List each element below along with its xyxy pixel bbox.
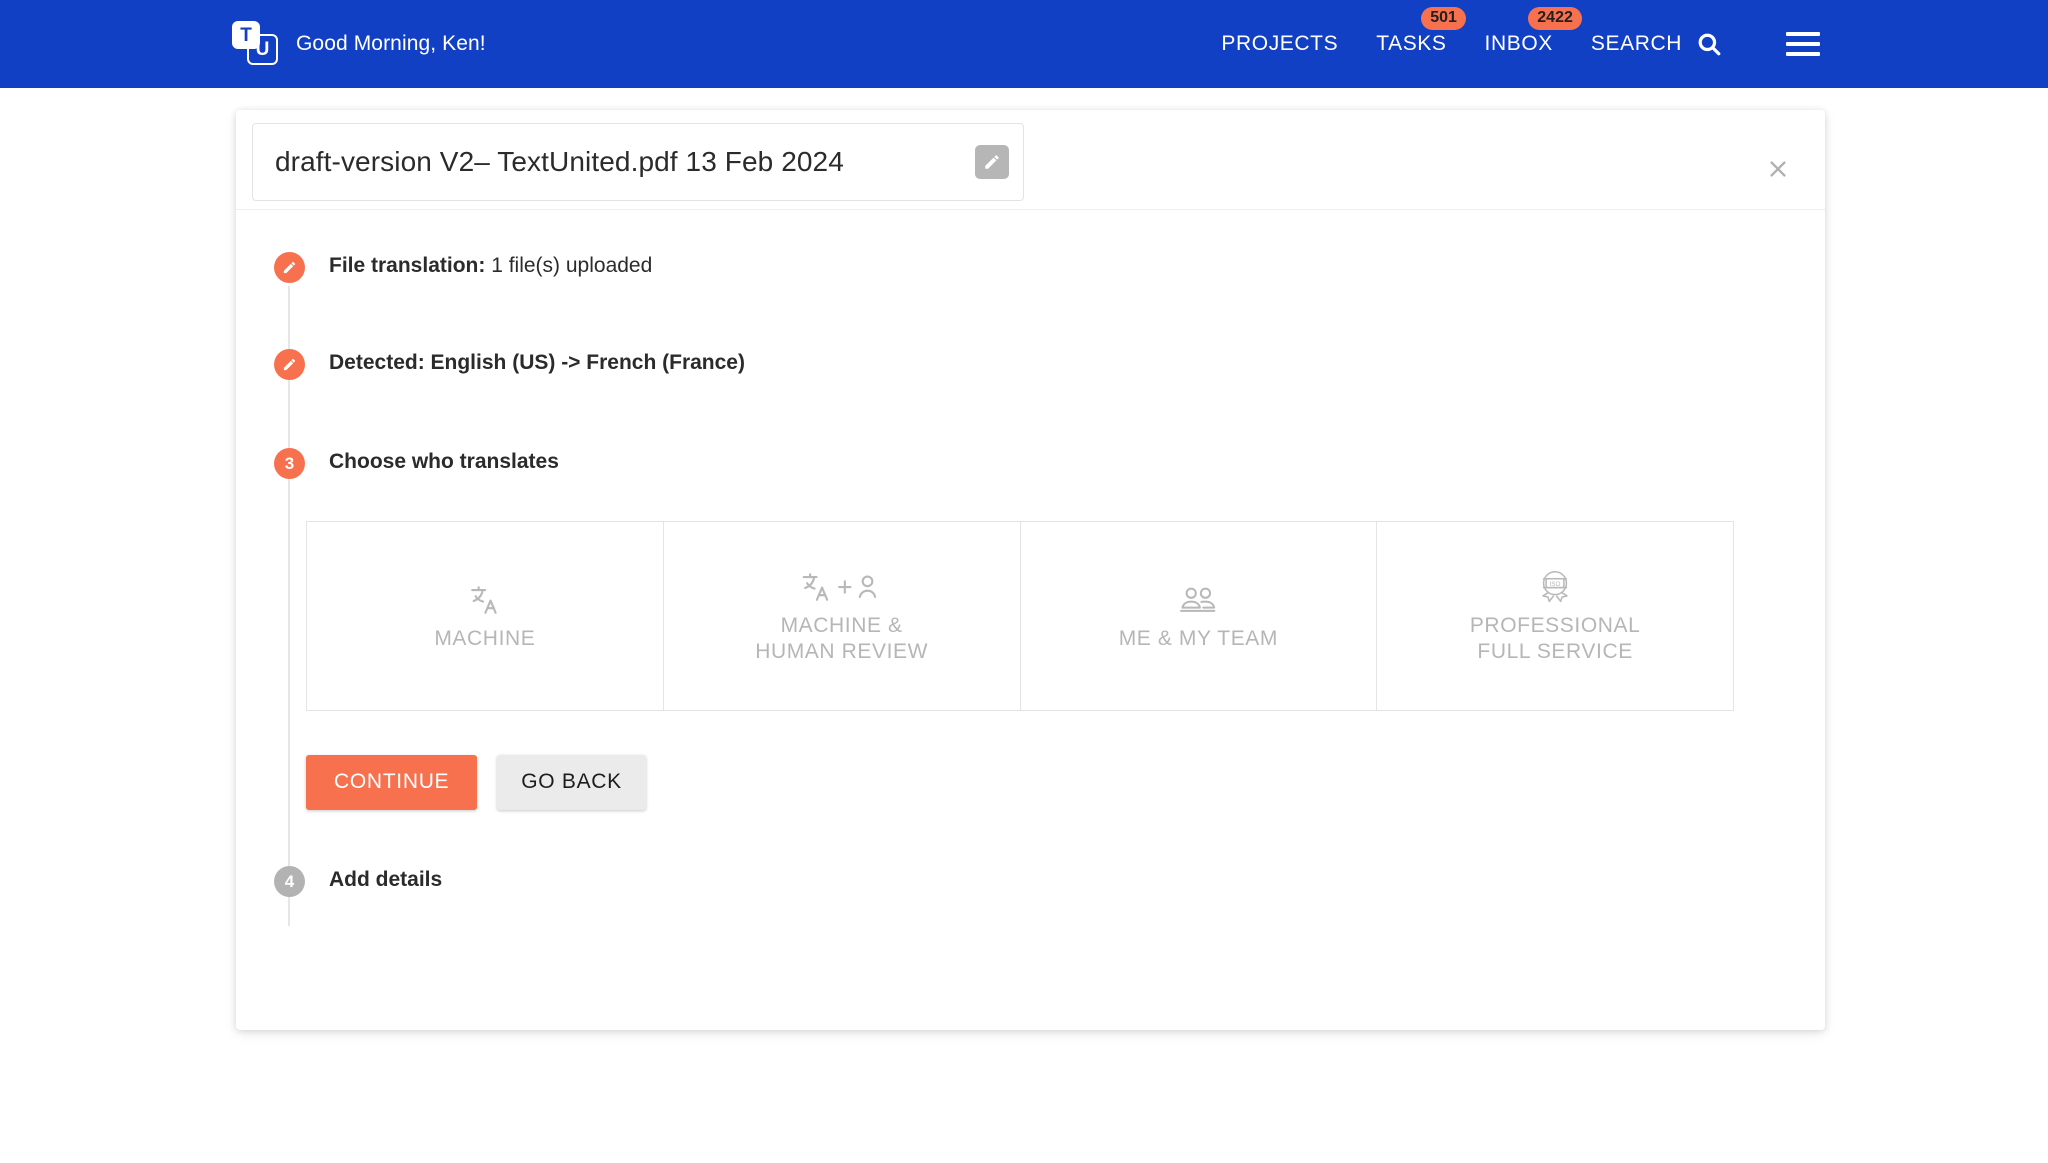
search-label: SEARCH	[1590, 32, 1682, 55]
close-panel-button[interactable]	[1761, 152, 1795, 186]
inbox-count-badge: 2422	[1528, 7, 1582, 30]
nav-links: PROJECTS TASKS 501 INBOX 2422 SEARCH	[1221, 7, 1820, 57]
step-4-bullet[interactable]: 4	[274, 866, 305, 897]
iso-badge-icon: ISO	[1536, 567, 1574, 607]
translator-option-cards: MACHINE MACHINE & HUMAN REVIEW ME & MY T…	[274, 521, 1734, 711]
step-file-translation[interactable]: File translation: 1 file(s) uploaded	[236, 250, 1825, 283]
option-card-professional-full-service-label: PROFESSIONAL FULL SERVICE	[1469, 614, 1641, 663]
step-1-bullet-pencil-icon[interactable]	[274, 252, 305, 283]
translate-plus-person-icon	[802, 567, 882, 607]
people-group-icon	[1179, 580, 1217, 620]
wizard-steps: File translation: 1 file(s) uploaded Det…	[236, 210, 1825, 926]
option-card-machine-human-review[interactable]: MACHINE & HUMAN REVIEW	[662, 521, 1021, 711]
step-spacer-2	[236, 380, 1825, 446]
greeting-text: Good Morning, Ken!	[296, 32, 486, 55]
nav-item-tasks[interactable]: TASKS 501	[1376, 7, 1466, 56]
option-card-machine-human-review-label: MACHINE & HUMAN REVIEW	[755, 614, 929, 663]
option-card-machine-label: MACHINE	[434, 627, 536, 651]
step-choose-who-translates[interactable]: 3 Choose who translates	[236, 446, 1825, 479]
step-1-label: File translation: 1 file(s) uploaded	[329, 250, 652, 282]
step-2-label-bold: Detected: English (US) -> French (France…	[329, 351, 745, 374]
step-4-label-bold: Add details	[329, 868, 443, 891]
translate-icon	[468, 580, 502, 620]
hamburger-menu-icon[interactable]	[1786, 32, 1820, 56]
nav-item-inbox-label: INBOX	[1484, 32, 1553, 55]
step-2-label: Detected: English (US) -> French (France…	[329, 347, 745, 379]
step-1-label-bold: File translation:	[329, 254, 486, 277]
search-button[interactable]: SEARCH	[1591, 31, 1722, 57]
nav-item-inbox[interactable]: INBOX 2422	[1484, 7, 1582, 56]
project-title-text: draft-version V2– TextUnited.pdf 13 Feb …	[275, 146, 844, 177]
tasks-count-badge: 501	[1421, 7, 1466, 30]
step-1-label-rest: 1 file(s) uploaded	[485, 254, 653, 277]
search-icon[interactable]	[1696, 31, 1722, 57]
option-card-me-and-my-team[interactable]: ME & MY TEAM	[1019, 521, 1378, 711]
project-title-field[interactable]: draft-version V2– TextUnited.pdf 13 Feb …	[252, 123, 1024, 201]
step-connector-rail	[288, 286, 290, 926]
top-navigation-bar: T U Good Morning, Ken! PROJECTS TASKS 50…	[0, 0, 2048, 88]
nav-item-projects[interactable]: PROJECTS	[1221, 32, 1338, 56]
continue-button[interactable]: CONTINUE	[306, 755, 478, 810]
hamburger-bar-3	[1786, 52, 1820, 56]
nav-item-projects-label: PROJECTS	[1221, 32, 1339, 55]
edit-title-button[interactable]	[975, 145, 1009, 179]
textunited-logo-icon[interactable]: T U	[232, 21, 278, 67]
brand-area[interactable]: T U Good Morning, Ken!	[232, 21, 486, 67]
go-back-button[interactable]: GO BACK	[497, 755, 646, 810]
wizard-actions: CONTINUE GO BACK	[306, 755, 1825, 810]
step-2-bullet-pencil-icon[interactable]	[274, 349, 305, 380]
step-3-bullet[interactable]: 3	[274, 448, 305, 479]
hamburger-bar-2	[1786, 42, 1820, 46]
step-detected-languages[interactable]: Detected: English (US) -> French (France…	[236, 347, 1825, 380]
translation-wizard-panel: draft-version V2– TextUnited.pdf 13 Feb …	[236, 110, 1825, 1030]
step-spacer-1	[236, 283, 1825, 347]
option-card-me-and-my-team-label: ME & MY TEAM	[1118, 627, 1279, 651]
logo-square-t: T	[232, 21, 260, 49]
hamburger-bar-1	[1786, 32, 1820, 36]
option-card-machine[interactable]: MACHINE	[306, 521, 664, 711]
svg-text:ISO: ISO	[1550, 581, 1561, 588]
option-card-professional-full-service[interactable]: ISO PROFESSIONAL FULL SERVICE	[1376, 521, 1734, 711]
step-4-label: Add details	[329, 864, 442, 896]
nav-item-tasks-label: TASKS	[1376, 32, 1447, 55]
step-3-label: Choose who translates	[329, 446, 559, 478]
panel-header: draft-version V2– TextUnited.pdf 13 Feb …	[236, 110, 1825, 210]
step-spacer-3	[236, 810, 1825, 864]
step-3-label-bold: Choose who translates	[329, 450, 559, 473]
step-add-details[interactable]: 4 Add details	[236, 864, 1825, 897]
